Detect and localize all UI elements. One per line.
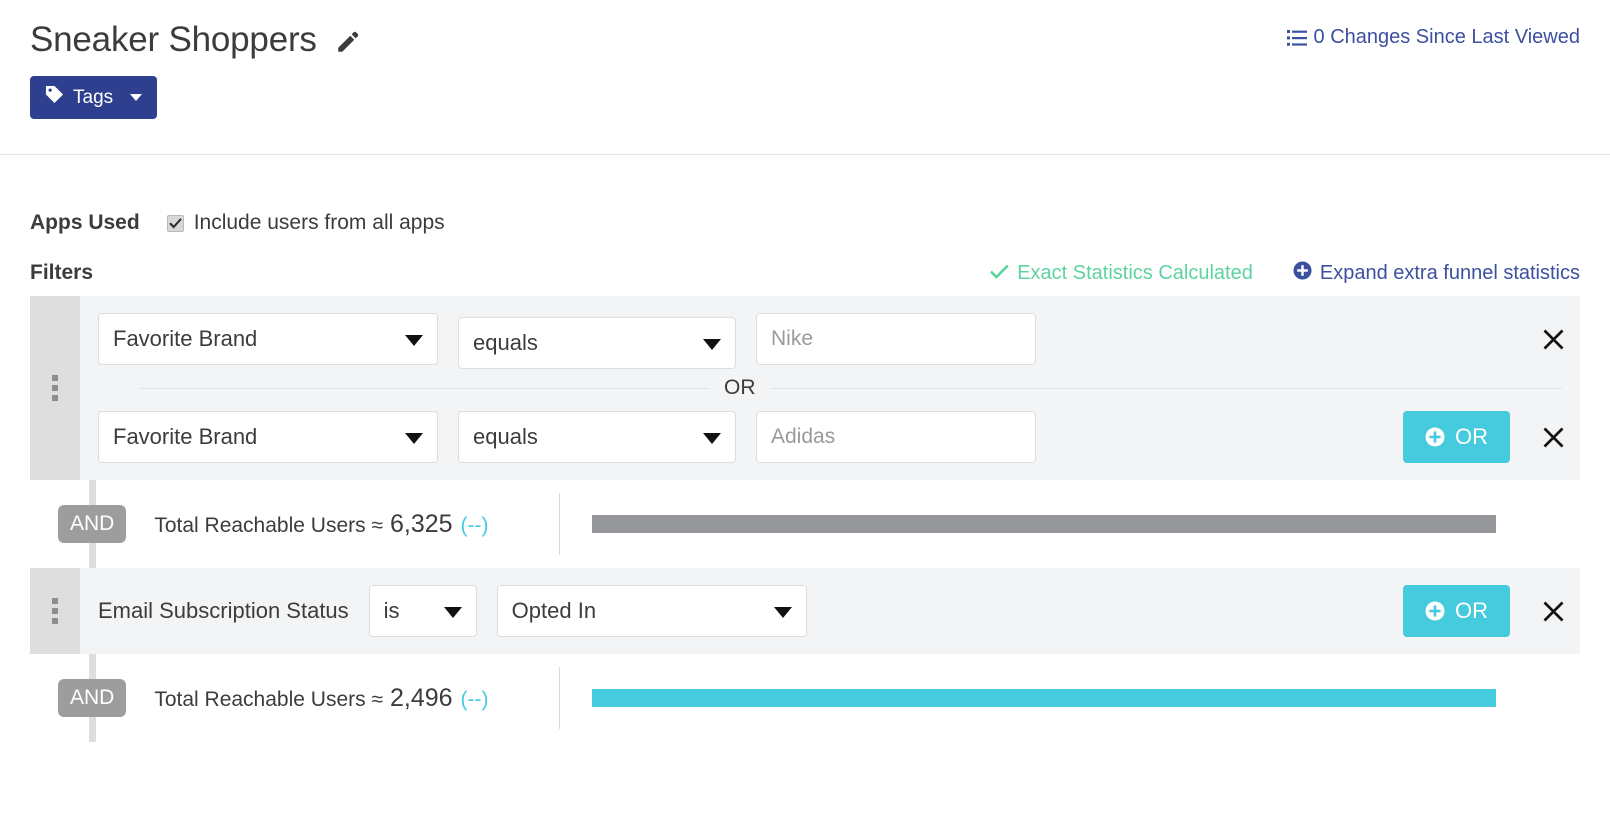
apps-used-section: Apps Used Include users from all apps — [0, 155, 1610, 250]
filter-operator-select[interactable]: equals — [458, 411, 736, 463]
checkbox-box[interactable] — [166, 215, 184, 232]
filter-value-input[interactable]: Nike — [756, 313, 1036, 365]
filter-operator-value: equals — [473, 330, 538, 355]
chevron-down-icon — [443, 607, 462, 618]
filter-field-value: Favorite Brand — [113, 424, 258, 449]
stat-value: 2,496 — [389, 683, 453, 712]
total-reachable-users-stat: Total Reachable Users ≈ 6,325 (--) — [154, 510, 488, 539]
filter-group-2-body: Email Subscription Status is Opted In OR — [80, 568, 1580, 654]
filter-condition-row: Email Subscription Status is Opted In OR — [80, 568, 1580, 654]
drag-handle[interactable] — [30, 568, 80, 654]
and-joiner-badge: AND — [58, 679, 127, 717]
filter-value-text: Adidas — [771, 425, 836, 448]
tag-icon — [45, 85, 64, 110]
add-or-label: OR — [1455, 424, 1488, 449]
check-icon — [990, 262, 1009, 285]
stat-label: Total Reachable Users ≈ — [154, 513, 383, 537]
page-title: Sneaker Shoppers — [30, 20, 317, 59]
filter-operator-select[interactable]: is — [368, 585, 477, 637]
close-icon — [1543, 329, 1563, 349]
filter-operator-select[interactable]: equals — [458, 317, 736, 369]
changes-since-last-viewed-link[interactable]: 0 Changes Since Last Viewed — [1286, 26, 1580, 49]
stat-divider — [558, 667, 560, 729]
filter-condition-row: Favorite Brand equals Adidas OR — [80, 394, 1580, 480]
page-header: Sneaker Shoppers 0 Changes Since Last Vi… — [0, 0, 1610, 155]
chevron-down-icon — [703, 433, 721, 444]
filter-area: Favorite Brand equals Nike OR Favorite B… — [0, 296, 1610, 742]
drag-dots-icon — [52, 375, 58, 401]
reachable-users-stat-row: AND Total Reachable Users ≈ 6,325 (--) — [30, 480, 1580, 568]
filter-operator-value: is — [383, 598, 400, 623]
exact-statistics-label: Exact Statistics Calculated — [1017, 261, 1253, 284]
reachable-users-stat-row: AND Total Reachable Users ≈ 2,496 (--) — [30, 654, 1580, 742]
plus-circle-icon — [1425, 427, 1445, 447]
stat-divider — [558, 493, 560, 555]
remove-condition-button[interactable] — [1530, 600, 1576, 623]
close-icon — [1543, 601, 1563, 621]
remove-condition-button[interactable] — [1530, 328, 1576, 351]
filters-header: Filters Exact Statistics Calculated Expa… — [0, 250, 1610, 296]
include-all-apps-checkbox[interactable]: Include users from all apps — [166, 210, 445, 235]
chevron-down-icon — [405, 335, 423, 346]
filter-field-value: Favorite Brand — [113, 326, 258, 351]
close-icon — [1543, 427, 1563, 447]
stat-bar-track — [591, 515, 1496, 533]
expand-extra-funnel-statistics-link[interactable]: Expand extra funnel statistics — [1293, 260, 1580, 286]
stat-bar-track — [591, 689, 1496, 707]
stat-bar-fill — [591, 689, 1496, 707]
drag-handle[interactable] — [30, 296, 80, 480]
chevron-down-icon — [773, 607, 792, 618]
stat-value: 6,325 — [389, 509, 453, 538]
expand-label: Expand extra funnel statistics — [1319, 261, 1580, 284]
filter-group-1: Favorite Brand equals Nike OR Favorite B… — [30, 296, 1580, 480]
filters-header-actions: Exact Statistics Calculated Expand extra… — [990, 250, 1580, 296]
changes-label: 0 Changes Since Last Viewed — [1313, 26, 1580, 48]
filter-field-select[interactable]: Favorite Brand — [98, 411, 438, 463]
apps-used-label: Apps Used — [30, 210, 140, 234]
add-or-condition-button[interactable]: OR — [1403, 585, 1510, 637]
filter-field-select[interactable]: Favorite Brand — [98, 313, 438, 365]
filter-value-select[interactable]: Opted In — [496, 585, 807, 637]
pencil-icon[interactable] — [335, 29, 361, 55]
filter-operator-value: equals — [473, 424, 538, 449]
add-or-label: OR — [1455, 598, 1488, 623]
exact-statistics-calculated-status: Exact Statistics Calculated — [990, 262, 1253, 285]
check-icon — [168, 218, 182, 229]
filter-value-text: Opted In — [511, 598, 597, 623]
add-or-condition-button[interactable]: OR — [1403, 411, 1510, 463]
tags-button-label: Tags — [73, 86, 114, 108]
drag-dots-icon — [52, 598, 58, 624]
filter-value-text: Nike — [771, 327, 814, 350]
remove-condition-button[interactable] — [1530, 426, 1576, 449]
plus-circle-icon — [1293, 260, 1312, 286]
chevron-down-icon — [405, 433, 423, 444]
filter-field-label: Email Subscription Status — [98, 598, 349, 623]
filter-condition-row: Favorite Brand equals Nike — [80, 296, 1580, 382]
divider-line-left — [140, 387, 710, 389]
chevron-down-icon — [130, 94, 143, 101]
filter-group-1-body: Favorite Brand equals Nike OR Favorite B… — [80, 296, 1580, 480]
chevron-down-icon — [703, 339, 721, 350]
divider-line-right — [769, 387, 1562, 389]
stat-delta: (--) — [460, 687, 489, 711]
total-reachable-users-stat: Total Reachable Users ≈ 2,496 (--) — [154, 684, 488, 713]
stat-bar-fill — [591, 515, 1496, 533]
stat-label: Total Reachable Users ≈ — [154, 687, 383, 711]
filters-title: Filters — [30, 261, 94, 284]
tags-button[interactable]: Tags — [30, 76, 158, 119]
filter-value-input[interactable]: Adidas — [756, 411, 1036, 463]
include-all-apps-label: Include users from all apps — [193, 210, 445, 234]
filter-group-2: Email Subscription Status is Opted In OR — [30, 568, 1580, 654]
list-icon — [1286, 29, 1307, 47]
and-joiner-badge: AND — [58, 505, 127, 543]
stat-delta: (--) — [460, 513, 489, 537]
plus-circle-icon — [1425, 601, 1445, 621]
